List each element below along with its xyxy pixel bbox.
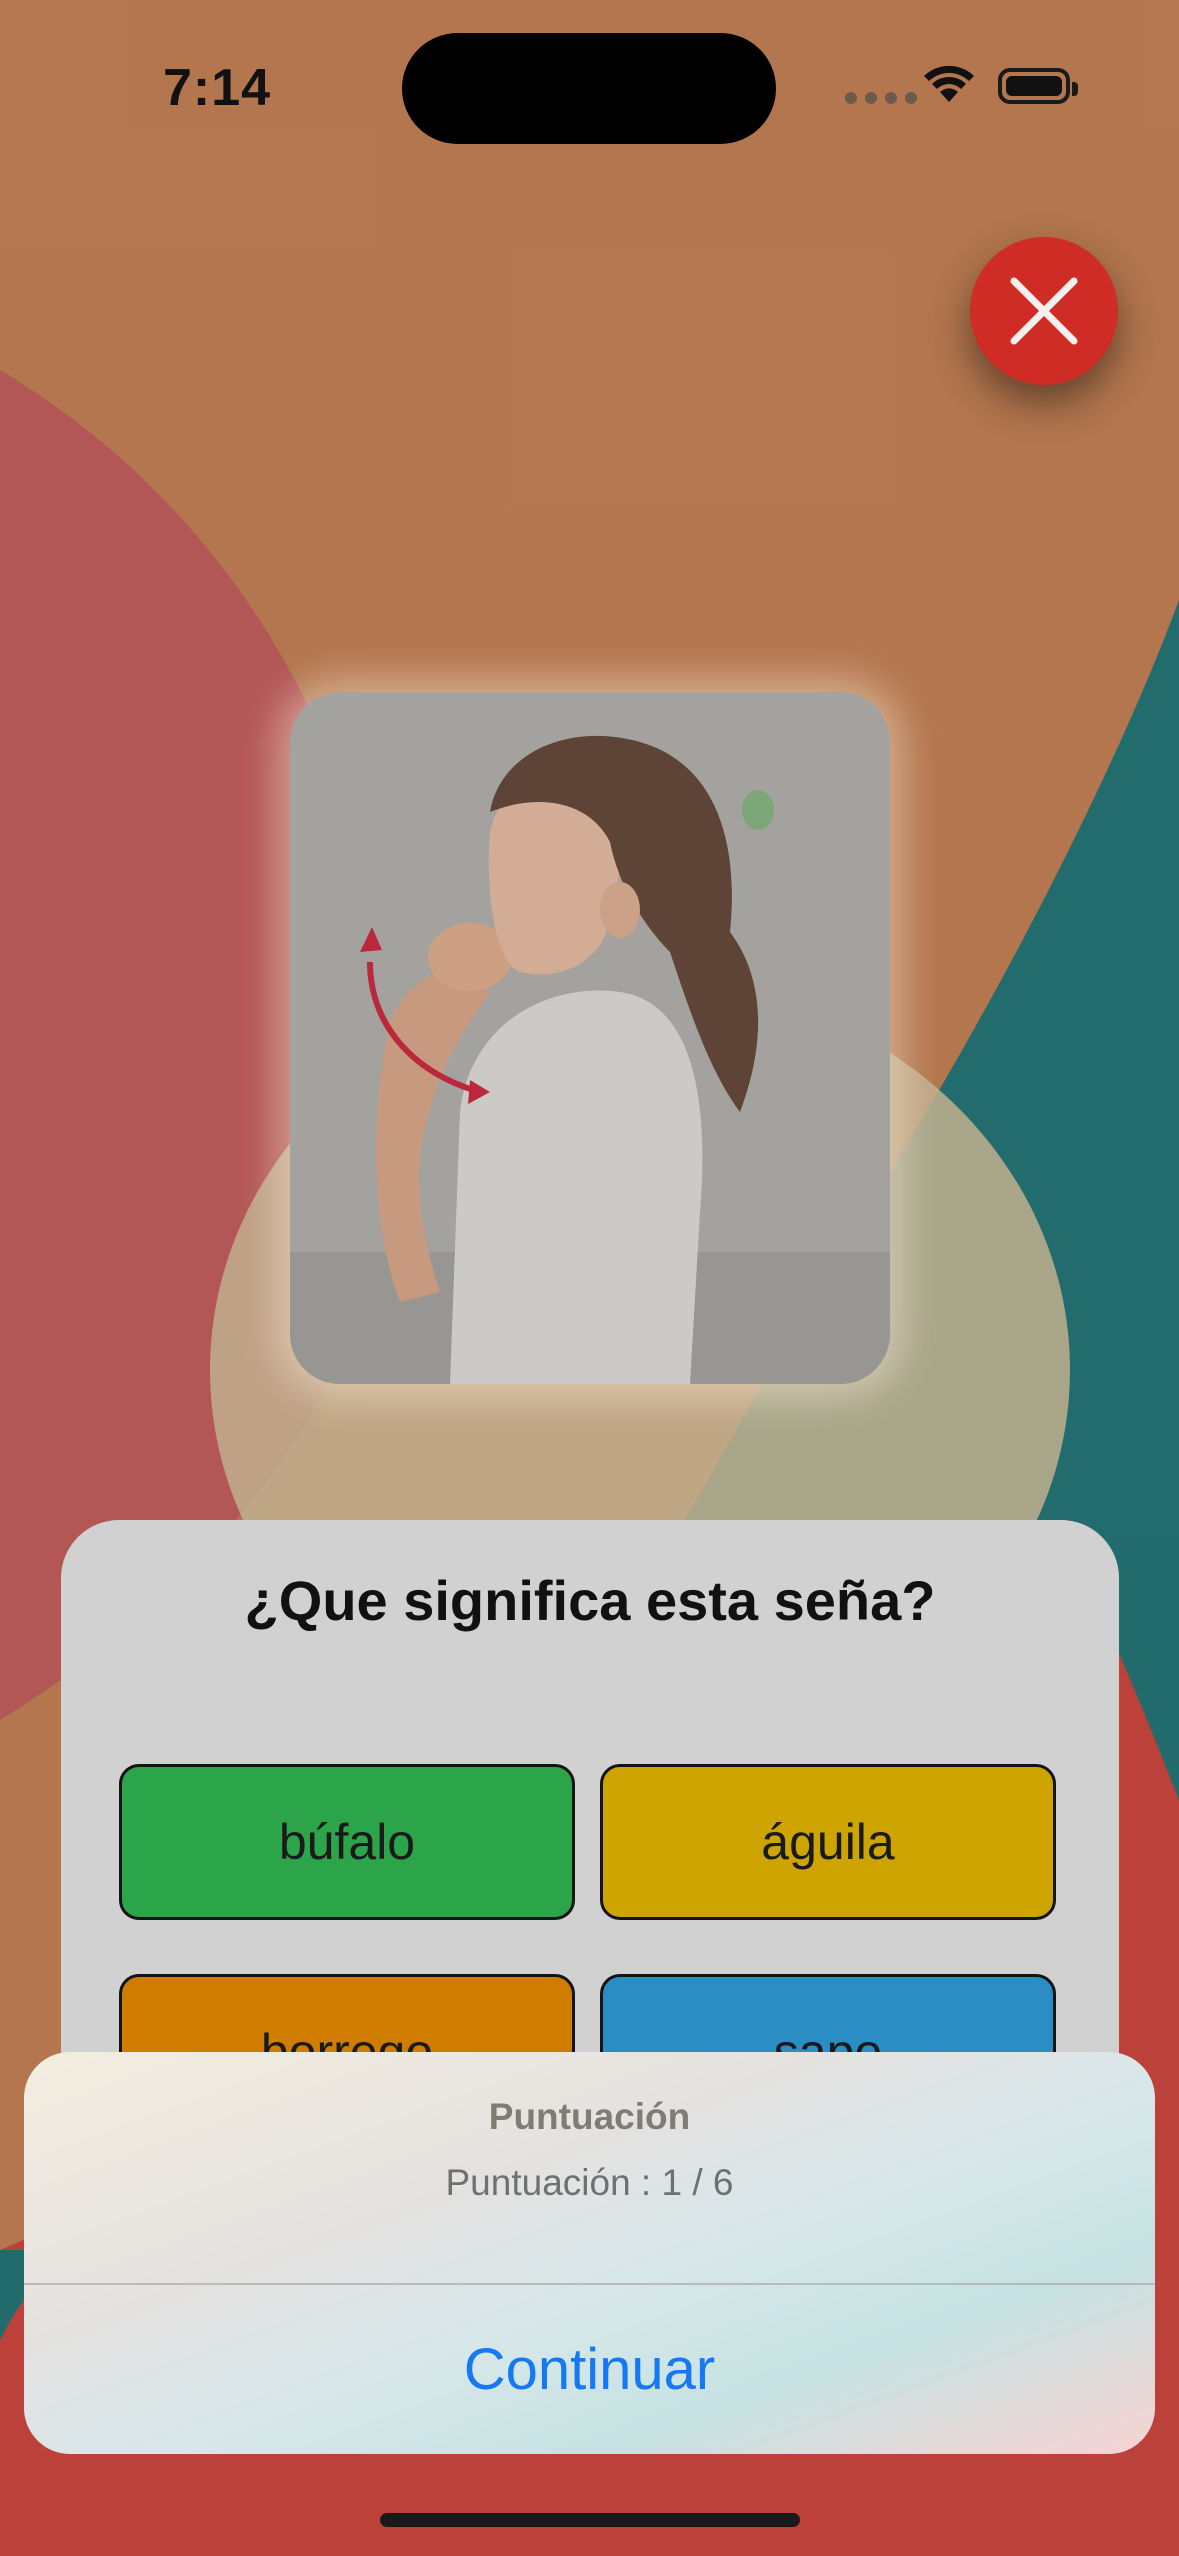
sign-image [290, 692, 890, 1384]
status-bar: 7:14 [0, 0, 1179, 180]
quiz-card: ¿Que significa esta seña? búfalo águila … [61, 1520, 1119, 2140]
dynamic-island [402, 33, 776, 144]
close-x-icon [1010, 277, 1078, 345]
option-label: búfalo [278, 1814, 416, 1870]
option-button-1[interactable]: búfalo [119, 1764, 575, 1920]
wifi-icon [924, 65, 974, 102]
score-alert: Puntuación Puntuación : 1 / 6 Continuar [24, 2052, 1155, 2454]
home-indicator[interactable] [380, 2513, 800, 2527]
cellular-signal-icon [845, 92, 917, 104]
close-button[interactable] [970, 237, 1118, 385]
option-button-2[interactable]: águila [600, 1764, 1056, 1920]
status-time: 7:14 [163, 59, 272, 117]
question-text: ¿Que significa esta seña? [244, 1569, 936, 1632]
battery-icon [998, 68, 1078, 104]
continue-button[interactable]: Continuar [24, 2285, 1155, 2454]
alert-message: Puntuación : 1 / 6 [445, 2162, 734, 2203]
alert-title: Puntuación [488, 2096, 691, 2137]
option-label: águila [761, 1814, 895, 1870]
